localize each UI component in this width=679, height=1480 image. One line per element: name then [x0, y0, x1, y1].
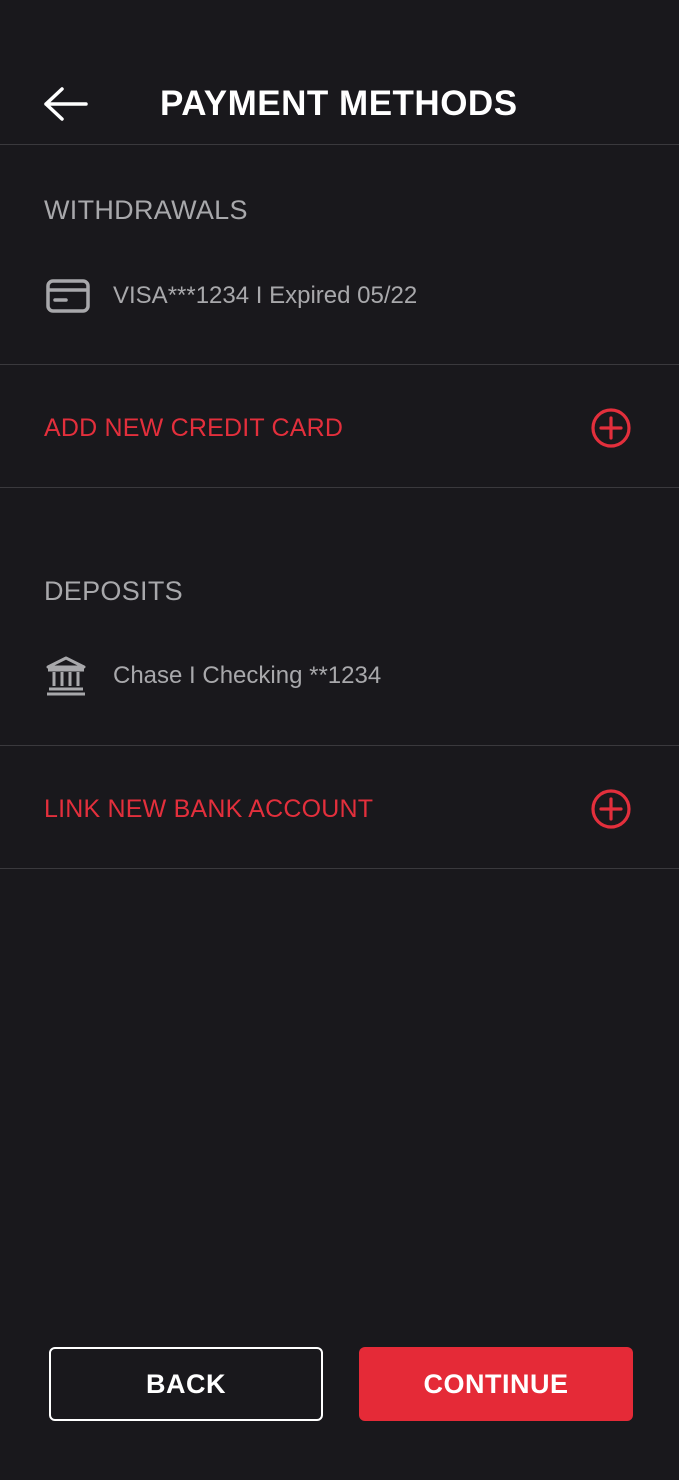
deposits-section-title: DEPOSITS [44, 576, 183, 606]
divider [0, 745, 679, 746]
bank-icon [44, 654, 92, 698]
withdrawal-method-item[interactable]: VISA***1234 I Expired 05/22 [44, 274, 417, 318]
withdrawal-method-label: VISA***1234 I Expired 05/22 [113, 282, 418, 309]
add-credit-card-label: ADD NEW CREDIT CARD [44, 414, 344, 442]
deposit-method-label: Chase I Checking **1234 [113, 662, 382, 689]
divider [0, 868, 679, 869]
link-bank-account-label: LINK NEW BANK ACCOUNT [44, 795, 374, 823]
divider [0, 364, 679, 365]
page-title: PAYMENT METHODS [160, 84, 518, 123]
link-bank-account-button[interactable]: LINK NEW BANK ACCOUNT [0, 764, 679, 854]
continue-button[interactable]: CONTINUE [359, 1347, 633, 1421]
plus-circle-icon[interactable] [590, 788, 632, 830]
deposit-method-item[interactable]: Chase I Checking **1234 [44, 654, 381, 698]
back-arrow-icon[interactable] [40, 84, 90, 124]
divider [0, 487, 679, 488]
add-credit-card-button[interactable]: ADD NEW CREDIT CARD [0, 383, 679, 473]
header-bar: PAYMENT METHODS [0, 0, 679, 145]
credit-card-icon [44, 274, 92, 318]
withdrawals-section-title: WITHDRAWALS [44, 195, 248, 225]
plus-circle-icon[interactable] [590, 407, 632, 449]
back-button[interactable]: BACK [49, 1347, 323, 1421]
